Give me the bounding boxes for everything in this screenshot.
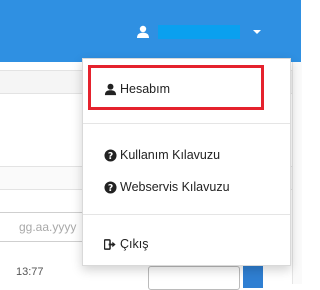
svg-text:?: ? <box>108 150 113 161</box>
menu-item-account[interactable]: Hesabım <box>83 78 290 100</box>
menu-item-user-guide[interactable]: ? Kullanım Kılavuzu <box>83 144 290 166</box>
user-icon <box>136 25 150 39</box>
menu-item-logout[interactable]: Çıkış <box>83 233 290 255</box>
user-dropdown-menu: Hesabım ? Kullanım Kılavuzu ? Webservis … <box>82 58 291 266</box>
menu-divider <box>83 123 290 124</box>
sign-out-icon <box>103 238 117 251</box>
menu-item-label: Webservis Kılavuzu <box>120 180 230 194</box>
background-scroll-area <box>292 62 302 284</box>
menu-divider <box>83 214 290 215</box>
question-circle-icon: ? <box>104 180 117 194</box>
user-icon <box>104 83 117 96</box>
menu-item-label: Çıkış <box>120 237 149 251</box>
chevron-down-icon <box>253 30 261 34</box>
user-menu-toggle[interactable] <box>136 22 261 42</box>
top-navbar <box>0 0 301 62</box>
menu-item-label: Kullanım Kılavuzu <box>120 148 221 162</box>
background-time-text: 13:77 <box>16 266 44 278</box>
menu-item-label: Hesabım <box>120 82 171 96</box>
svg-text:?: ? <box>108 182 113 193</box>
question-circle-icon: ? <box>104 148 117 162</box>
menu-item-webservice-guide[interactable]: ? Webservis Kılavuzu <box>83 176 290 198</box>
background-button[interactable] <box>148 266 240 290</box>
redacted-username <box>158 25 240 39</box>
